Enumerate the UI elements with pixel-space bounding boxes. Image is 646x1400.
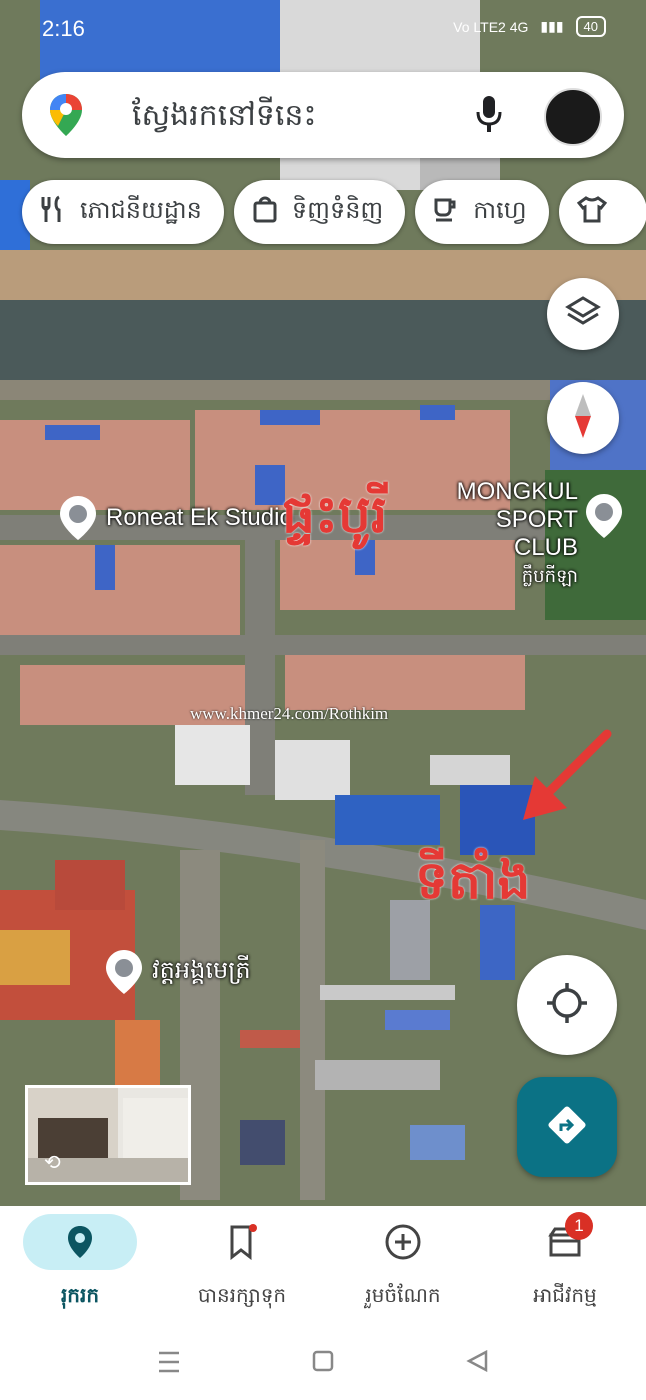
shirt-icon [576,195,607,229]
microphone-icon[interactable] [474,94,504,138]
directions-button[interactable] [517,1077,617,1177]
nav-icon-container [185,1214,299,1270]
add-circle-icon [385,1224,421,1260]
nav-label: រុករក [60,1283,100,1307]
nav-explore[interactable]: រុករក [0,1206,160,1328]
shopping-bag-icon [252,195,278,229]
back-icon[interactable] [466,1350,488,1372]
status-time: 2:16 [42,16,85,41]
nav-label: បានរក្សាទុក [197,1283,287,1307]
chip-label: ភោជនីយដ្ឋាន [80,195,202,224]
rotate-360-icon: ⟲ [44,1150,61,1174]
battery-icon: 40 [575,16,606,37]
home-icon[interactable] [312,1350,334,1372]
chip-shopping[interactable]: ទិញទំនិញ [233,180,406,244]
compass-icon [573,392,593,444]
poi-wat-angk-mettrei[interactable]: វត្តអង្គមេត្រី [104,948,251,996]
nav-business[interactable]: 1 អាជីវកម្ម [485,1206,645,1328]
location-pin-icon [68,1226,92,1258]
coffee-icon [433,195,459,229]
poi-subtitle: ក្លឹបកីឡា [521,566,578,586]
poi-label: វត្តអង្គមេត្រី [152,956,251,984]
recent-apps-icon[interactable] [158,1350,180,1374]
chip-coffee[interactable]: កាហ្វេ [415,180,549,244]
category-chips: ភោជនីយដ្ឋាន ទិញទំនិញ កាហ្វេ [22,180,646,244]
chip-apparel[interactable] [558,180,646,244]
search-bar[interactable]: ស្វែងរកនៅទីនេះ [22,72,624,158]
layers-button[interactable] [547,278,619,350]
poi-mongkul-sport-club[interactable]: MONGKUL SPORT CLUB ក្លឹបកីឡា [434,478,578,590]
nav-label: រួមចំណែក [365,1283,441,1307]
annotation-arrow-icon [523,729,612,820]
nav-contribute[interactable]: រួមចំណែក [323,1206,483,1328]
signal-icon: ▮▮▮ [540,18,564,34]
bookmark-icon [230,1224,257,1260]
poi-label: MONGKUL SPORT CLUB [456,478,578,561]
poi-label: Roneat Ek Studio [106,504,293,531]
bottom-navigation: រុករក បានរក្សាទុក រួមចំណែក 1 អាជីវកម្ម [0,1206,646,1328]
annotation-title: ផ្ទះបូរី [282,485,388,545]
annotation-location-label: ទីតាំង [415,851,531,911]
watermark: www.khmer24.com/Rothkim [190,704,389,723]
directions-icon [547,1105,587,1149]
layers-icon [565,295,601,333]
search-input[interactable]: ស្វែងរកនៅទីនេះ [132,96,317,140]
network-indicator: Vo LTE2 4G [453,18,529,35]
chip-label: ទិញទំនិញ [291,195,384,224]
map-marker-icon [60,496,96,540]
fork-knife-icon [40,195,66,229]
status-bar: 2:16 Vo LTE2 4G ▮▮▮ 40 [0,0,646,58]
system-navigation-bar [0,1328,646,1400]
nav-icon-container [346,1214,460,1270]
nav-icon-container [23,1214,137,1270]
street-view-thumbnail[interactable]: ⟲ [25,1085,191,1185]
nav-label: អាជីវកម្ម [533,1283,597,1307]
chip-restaurants[interactable]: ភោជនីយដ្ឋាន [22,180,224,244]
my-location-button[interactable] [517,955,617,1055]
nav-saved[interactable]: បានរក្សាទុក [162,1206,322,1328]
compass-button[interactable] [547,382,619,454]
crosshair-icon [545,981,589,1029]
map-marker-icon [106,950,142,994]
avatar[interactable] [544,88,602,146]
poi-roneat-ek-studio[interactable]: Roneat Ek Studio [58,494,293,542]
notification-badge: 1 [565,1212,593,1240]
map-marker-icon[interactable] [584,492,624,540]
google-maps-pin-icon [48,92,84,142]
chip-label: កាហ្វេ [473,195,527,224]
